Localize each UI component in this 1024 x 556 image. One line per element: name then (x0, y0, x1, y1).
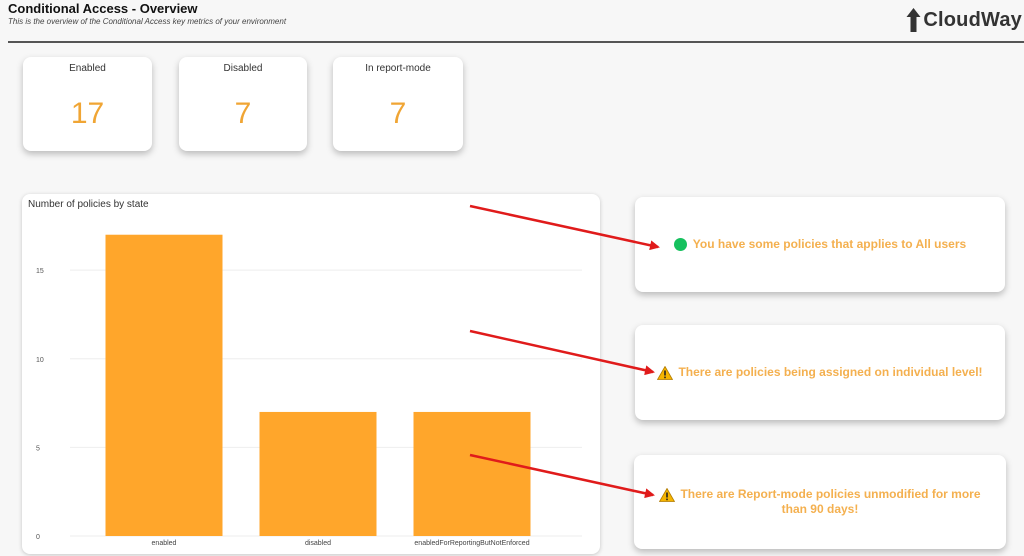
alert-report-mode-stale[interactable]: There are Report-mode policies unmodifie… (634, 455, 1006, 549)
alert-text: You have some policies that applies to A… (692, 237, 967, 251)
y-tick-label: 15 (36, 268, 44, 275)
alert-individual-assignment[interactable]: There are policies being assigned on ind… (635, 325, 1005, 420)
header-divider (8, 41, 1024, 43)
alert-text: There are policies being assigned on ind… (678, 365, 983, 379)
kpi-card-enabled[interactable]: Enabled 17 (23, 57, 152, 151)
kpi-value: 7 (389, 97, 407, 130)
alert-all-users[interactable]: You have some policies that applies to A… (635, 197, 1005, 292)
page-subtitle: This is the overview of the Conditional … (8, 17, 287, 26)
kpi-card-report-mode[interactable]: In report-mode 7 (333, 57, 463, 151)
x-tick-label: enabled (152, 540, 177, 547)
bar-enabledForReportingButNotEnforced (413, 411, 531, 536)
y-tick-label: 10 (36, 357, 44, 364)
chart-title: Number of policies by state (28, 199, 149, 210)
logo-text: CloudWay (923, 8, 1022, 31)
x-tick-label: enabledForReportingButNotEnforced (414, 540, 529, 547)
up-arrow-logo-icon (906, 8, 921, 32)
kpi-label: Enabled (69, 63, 106, 74)
kpi-card-disabled[interactable]: Disabled 7 (179, 57, 307, 151)
bar-disabled (259, 411, 377, 536)
warning-icon (657, 365, 674, 380)
kpi-label: Disabled (223, 63, 263, 74)
bar-chart-svg: 0 5 10 15 enabled disabled enabledForReporting… (36, 234, 582, 547)
y-tick-label: 0 (36, 534, 40, 541)
page-header: Conditional Access - Overview This is th… (0, 0, 1024, 44)
y-tick-label: 5 (36, 445, 40, 452)
policies-by-state-chart[interactable]: 0 5 10 15 enabled disabled enabledForReporting… (22, 194, 600, 554)
kpi-value: 7 (234, 97, 252, 130)
warning-icon (659, 487, 676, 502)
kpi-label: In report-mode (365, 63, 431, 74)
alert-text: There are Report-mode policies unmodifie… (680, 487, 981, 516)
bar-enabled (105, 234, 223, 536)
page-title: Conditional Access - Overview (8, 1, 198, 16)
x-tick-label: disabled (305, 540, 331, 547)
green-dot-icon (673, 238, 687, 252)
cloudway-logo: CloudWay (906, 6, 1022, 34)
kpi-value: 17 (70, 97, 105, 130)
